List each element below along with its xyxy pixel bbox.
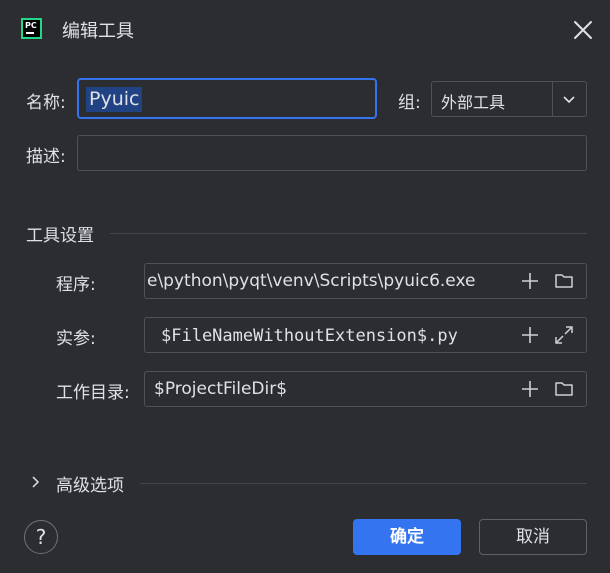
- arguments-input-value: $FileNameWithoutExtension$.py: [161, 326, 458, 346]
- working-directory-input[interactable]: $ProjectFileDir$: [144, 371, 587, 407]
- arguments-input[interactable]: $FileNameWithoutExtension$.py: [144, 317, 587, 353]
- cancel-button[interactable]: 取消: [479, 519, 587, 555]
- name-label: 名称:: [26, 93, 66, 113]
- dialog-titlebar: PC 编辑工具: [0, 0, 610, 58]
- app-icon-text: PC: [25, 21, 37, 30]
- section-divider: [110, 233, 587, 234]
- arguments-label: 实参:: [56, 329, 96, 349]
- chevron-right-icon: [32, 476, 40, 488]
- group-combobox-divider: [552, 82, 553, 116]
- ok-button[interactable]: 确定: [353, 519, 461, 555]
- group-combobox[interactable]: 外部工具: [431, 81, 587, 117]
- name-input-value: Pyuic: [86, 87, 143, 112]
- group-label: 组:: [398, 93, 421, 113]
- group-combobox-value: 外部工具: [441, 93, 506, 112]
- program-input-value: e\python\pyqt\venv\Scripts\pyuic6.exe: [147, 271, 476, 291]
- working-directory-input-value: $ProjectFileDir$: [154, 379, 288, 399]
- advanced-divider: [140, 483, 587, 484]
- add-macro-icon[interactable]: [520, 271, 540, 291]
- program-label: 程序:: [56, 275, 96, 295]
- program-input[interactable]: e\python\pyqt\venv\Scripts\pyuic6.exe: [144, 263, 587, 299]
- advanced-options-toggle[interactable]: 高级选项: [26, 471, 136, 496]
- working-directory-label: 工作目录:: [56, 383, 130, 403]
- chevron-down-icon[interactable]: [561, 92, 577, 106]
- dialog-title: 编辑工具: [62, 21, 134, 42]
- description-label: 描述:: [26, 147, 66, 167]
- tool-settings-section-title: 工具设置: [26, 226, 94, 246]
- advanced-options-label: 高级选项: [56, 476, 124, 496]
- name-input[interactable]: Pyuic: [77, 78, 377, 119]
- folder-icon[interactable]: [554, 379, 574, 399]
- folder-icon[interactable]: [554, 271, 574, 291]
- help-button[interactable]: ?: [24, 520, 58, 554]
- expand-icon[interactable]: [554, 325, 574, 345]
- pycharm-app-icon: PC: [21, 18, 42, 39]
- description-input[interactable]: [77, 135, 587, 171]
- close-icon[interactable]: [572, 19, 594, 41]
- add-macro-icon[interactable]: [520, 379, 540, 399]
- add-macro-icon[interactable]: [520, 325, 540, 345]
